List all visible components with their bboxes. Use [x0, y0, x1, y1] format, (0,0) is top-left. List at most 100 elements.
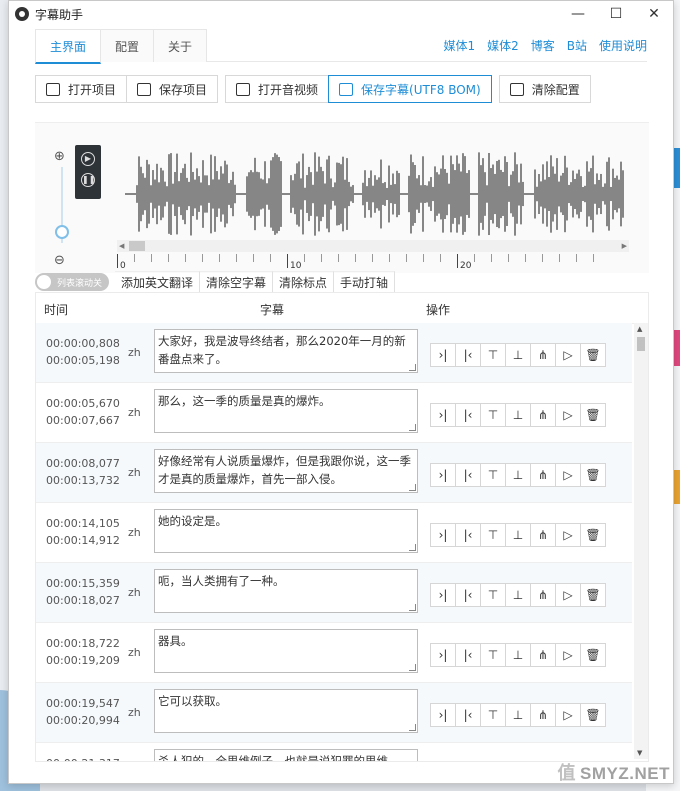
link-bilibili[interactable]: B站 [567, 37, 587, 54]
maximize-button[interactable]: ☐ [597, 1, 635, 27]
set-end-icon[interactable]: |‹ [455, 523, 481, 547]
waveform-scrollbar[interactable]: ◀ ▶ [117, 240, 629, 252]
play-segment-icon[interactable]: ▷ [555, 703, 581, 727]
scrollbar-thumb[interactable] [637, 337, 645, 351]
play-segment-icon[interactable]: ▷ [555, 343, 581, 367]
play-segment-icon[interactable]: ▷ [555, 643, 581, 667]
insert-above-icon[interactable]: ⊤ [480, 403, 506, 427]
scroll-down-icon[interactable]: ▼ [637, 749, 642, 757]
subtitle-textarea[interactable]: 器具。 [154, 629, 418, 673]
zoom-in-icon[interactable]: ⊕ [54, 149, 65, 164]
insert-above-icon[interactable]: ⊤ [480, 523, 506, 547]
insert-above-icon[interactable]: ⊤ [480, 643, 506, 667]
clear-empty-button[interactable]: 清除空字幕 [200, 271, 274, 293]
set-start-icon[interactable]: ›| [430, 343, 456, 367]
add-english-button[interactable]: 添加英文翻译 [115, 271, 201, 293]
save-project-button[interactable]: 保存项目 [126, 75, 219, 103]
delete-icon[interactable]: 🗑 [580, 703, 606, 727]
resize-handle-icon[interactable] [409, 424, 416, 431]
play-segment-icon[interactable]: ▷ [555, 523, 581, 547]
set-end-icon[interactable]: |‹ [455, 463, 481, 487]
link-help[interactable]: 使用说明 [599, 37, 647, 54]
start-time: 00:00:18,722 [46, 637, 120, 650]
clear-punct-button[interactable]: 清除标点 [273, 271, 335, 293]
subtitle-textarea[interactable]: 呃，当人类拥有了一种。 [154, 569, 418, 613]
link-blog[interactable]: 博客 [531, 37, 555, 54]
subtitle-textarea[interactable]: 它可以获取。 [154, 689, 418, 733]
subtitle-textarea[interactable]: 她的设定是。 [154, 509, 418, 553]
insert-above-icon[interactable]: ⊤ [480, 583, 506, 607]
play-segment-icon[interactable]: ▷ [555, 463, 581, 487]
clear-config-button[interactable]: 清除配置 [498, 75, 591, 103]
split-icon[interactable]: ⋔ [530, 583, 556, 607]
manual-axis-button[interactable]: 手动打轴 [334, 271, 396, 293]
tab-main[interactable]: 主界面 [35, 29, 102, 64]
resize-handle-icon[interactable] [409, 604, 416, 611]
insert-above-icon[interactable]: ⊤ [480, 463, 506, 487]
open-project-button[interactable]: 打开项目 [35, 75, 128, 103]
zoom-out-icon[interactable]: ⊖ [54, 253, 65, 268]
subtitle-textarea[interactable]: 那么，这一季的质量是真的爆炸。 [154, 389, 418, 433]
insert-above-icon[interactable]: ⊤ [480, 703, 506, 727]
set-start-icon[interactable]: ›| [430, 583, 456, 607]
resize-handle-icon[interactable] [409, 364, 416, 371]
play-icon[interactable]: ▶ [81, 152, 95, 166]
insert-below-icon[interactable]: ⊥ [505, 343, 531, 367]
insert-below-icon[interactable]: ⊥ [505, 583, 531, 607]
list-scroll-toggle[interactable]: 列表滚动关 [35, 273, 109, 291]
set-end-icon[interactable]: |‹ [455, 403, 481, 427]
delete-icon[interactable]: 🗑 [580, 583, 606, 607]
insert-below-icon[interactable]: ⊥ [505, 523, 531, 547]
insert-below-icon[interactable]: ⊥ [505, 703, 531, 727]
set-start-icon[interactable]: ›| [430, 643, 456, 667]
set-start-icon[interactable]: ›| [430, 703, 456, 727]
delete-icon[interactable]: 🗑 [580, 343, 606, 367]
insert-below-icon[interactable]: ⊥ [505, 463, 531, 487]
split-icon[interactable]: ⋔ [530, 643, 556, 667]
set-end-icon[interactable]: |‹ [455, 343, 481, 367]
play-segment-icon[interactable]: ▷ [555, 403, 581, 427]
pause-icon[interactable]: ❚❚ [81, 173, 95, 187]
tab-about[interactable]: 关于 [153, 29, 208, 62]
set-end-icon[interactable]: |‹ [455, 583, 481, 607]
insert-below-icon[interactable]: ⊥ [505, 403, 531, 427]
link-media2[interactable]: 媒体2 [487, 37, 519, 54]
close-button[interactable]: ✕ [635, 1, 673, 27]
set-end-icon[interactable]: |‹ [455, 703, 481, 727]
resize-handle-icon[interactable] [409, 664, 416, 671]
zoom-slider-handle[interactable] [55, 224, 69, 239]
scroll-up-icon[interactable]: ▲ [637, 325, 642, 333]
resize-handle-icon[interactable] [409, 484, 416, 491]
link-media1[interactable]: 媒体1 [443, 37, 475, 54]
play-segment-icon[interactable]: ▷ [555, 583, 581, 607]
scrollbar-thumb[interactable] [129, 241, 145, 251]
subtitle-textarea[interactable]: 大家好，我是波导终结者，那么2020年一月的新番盘点来了。 [154, 329, 418, 373]
insert-below-icon[interactable]: ⊥ [505, 643, 531, 667]
set-end-icon[interactable]: |‹ [455, 643, 481, 667]
delete-icon[interactable]: 🗑 [580, 523, 606, 547]
split-icon[interactable]: ⋔ [530, 343, 556, 367]
set-start-icon[interactable]: ›| [430, 463, 456, 487]
split-icon[interactable]: ⋔ [530, 523, 556, 547]
resize-handle-icon[interactable] [409, 724, 416, 731]
open-media-button[interactable]: 打开音视频 [225, 75, 330, 103]
save-subtitle-button[interactable]: 保存字幕(UTF8 BOM) [328, 75, 492, 103]
delete-icon[interactable]: 🗑 [580, 463, 606, 487]
table-scrollbar[interactable]: ▲ ▼ [634, 323, 648, 759]
subtitle-textarea[interactable]: 杀人犯的，全思维例子，也就是说犯罪的思维 [154, 749, 418, 761]
subtitle-textarea[interactable]: 好像经常有人说质量爆炸，但是我跟你说，这一季才是真的质量爆炸，首先一部入侵。 [154, 449, 418, 493]
scroll-right-icon[interactable]: ▶ [622, 240, 627, 252]
split-icon[interactable]: ⋔ [530, 403, 556, 427]
set-start-icon[interactable]: ›| [430, 523, 456, 547]
scroll-left-icon[interactable]: ◀ [119, 240, 124, 252]
split-icon[interactable]: ⋔ [530, 463, 556, 487]
waveform[interactable] [125, 149, 625, 239]
split-icon[interactable]: ⋔ [530, 703, 556, 727]
delete-icon[interactable]: 🗑 [580, 403, 606, 427]
tab-config[interactable]: 配置 [100, 29, 155, 62]
minimize-button[interactable]: — [559, 1, 597, 27]
insert-above-icon[interactable]: ⊤ [480, 343, 506, 367]
set-start-icon[interactable]: ›| [430, 403, 456, 427]
delete-icon[interactable]: 🗑 [580, 643, 606, 667]
resize-handle-icon[interactable] [409, 544, 416, 551]
